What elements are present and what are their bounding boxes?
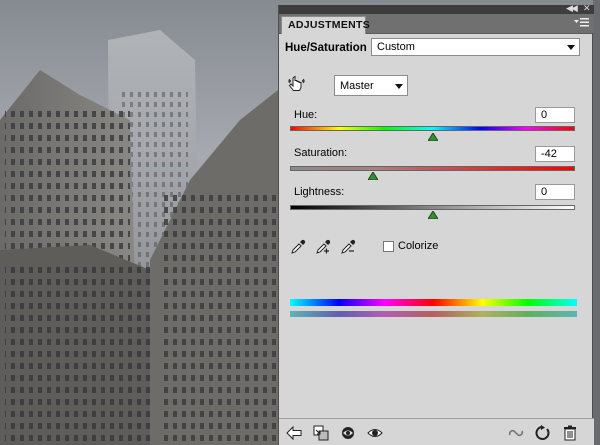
adjustments-panel: ◀◀ ✕ ADJUSTMENTS Hue/Saturation Custom M… bbox=[278, 3, 594, 445]
panel-tab-bar: ADJUSTMENTS bbox=[279, 14, 594, 34]
saturation-label: Saturation: bbox=[294, 147, 348, 159]
reset-icon[interactable] bbox=[535, 425, 551, 441]
close-panel-icon[interactable]: ✕ bbox=[583, 3, 590, 14]
input-spectrum-bar bbox=[290, 299, 577, 306]
visibility-toggle-icon[interactable] bbox=[340, 425, 356, 441]
link-icon[interactable] bbox=[508, 425, 524, 441]
channel-value: Master bbox=[340, 80, 374, 92]
on-image-adjust-tool-icon[interactable] bbox=[287, 75, 305, 93]
double-chevron-right-icon[interactable]: ◀◀ bbox=[566, 3, 578, 14]
eyedropper-subtract-icon[interactable] bbox=[340, 239, 356, 255]
lightness-input[interactable]: 0 bbox=[535, 184, 575, 200]
saturation-slider-thumb[interactable] bbox=[367, 172, 378, 180]
hue-slider-track[interactable] bbox=[290, 126, 575, 131]
eyedropper-icon[interactable] bbox=[290, 239, 306, 255]
saturation-input[interactable]: -42 bbox=[535, 146, 575, 162]
saturation-slider-track[interactable] bbox=[290, 166, 575, 171]
colorize-label: Colorize bbox=[398, 240, 439, 252]
preset-dropdown[interactable]: Custom bbox=[371, 38, 580, 56]
panel-menu-icon[interactable] bbox=[574, 17, 590, 30]
panel-collapse-strip[interactable]: ◀◀ ✕ bbox=[279, 3, 594, 14]
eyedropper-add-icon[interactable] bbox=[315, 239, 331, 255]
clip-to-layer-icon[interactable] bbox=[313, 425, 329, 441]
back-arrow-icon[interactable] bbox=[286, 425, 302, 441]
trash-icon[interactable] bbox=[562, 425, 578, 441]
lightness-slider-thumb[interactable] bbox=[427, 211, 438, 219]
channel-dropdown[interactable]: Master bbox=[334, 75, 408, 96]
hue-slider-thumb[interactable] bbox=[427, 133, 438, 141]
tab-adjustments[interactable]: ADJUSTMENTS bbox=[281, 16, 370, 34]
chevron-down-icon bbox=[395, 84, 403, 89]
lightness-slider-track[interactable] bbox=[290, 205, 575, 210]
view-previous-state-icon[interactable] bbox=[367, 425, 383, 441]
adjustment-title: Hue/Saturation bbox=[285, 42, 367, 54]
preset-value: Custom bbox=[377, 41, 415, 53]
hue-input[interactable]: 0 bbox=[535, 107, 575, 123]
lightness-label: Lightness: bbox=[294, 186, 345, 198]
hue-label: Hue: bbox=[294, 109, 318, 121]
output-spectrum-bar bbox=[290, 311, 577, 317]
chevron-down-icon bbox=[567, 45, 575, 50]
panel-bottom-toolbar bbox=[279, 418, 594, 445]
colorize-checkbox[interactable] bbox=[383, 241, 394, 252]
